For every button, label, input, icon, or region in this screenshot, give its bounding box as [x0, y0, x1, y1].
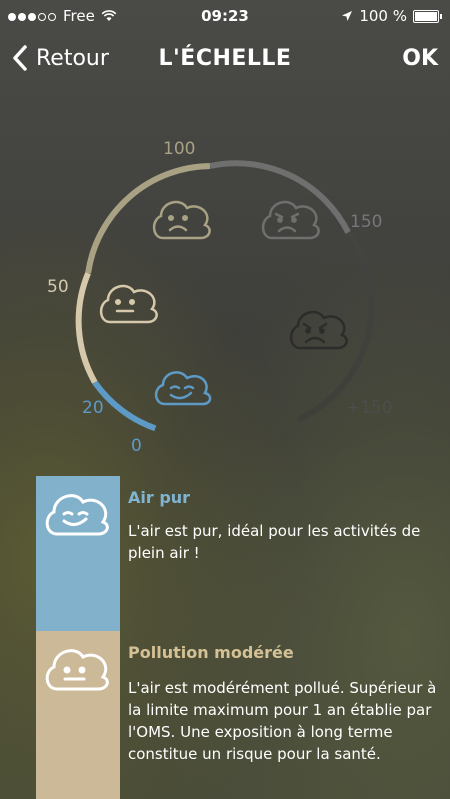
level-title: Pollution modérée	[128, 643, 294, 662]
face-unhappy-icon	[152, 200, 211, 240]
face-angry-icon	[261, 200, 320, 240]
gauge-label-20: 20	[82, 398, 104, 418]
gauge-arc-khaki	[85, 163, 211, 274]
gauge-arc-dark	[297, 230, 375, 423]
gauge-label-0: 0	[131, 436, 142, 456]
level-description: L'air est modérément pollué. Supérieur à…	[128, 679, 437, 763]
gauge-arc-sand	[75, 271, 98, 384]
scale-levels-list: Air pur L'air est pur, idéal pour les ac…	[36, 476, 450, 799]
face-neutral-icon	[99, 284, 158, 324]
level-description: L'air est pur, idéal pour les activités …	[128, 522, 421, 562]
gauge-label-150: 150	[350, 212, 382, 232]
level-title: Air pur	[128, 488, 191, 507]
gauge-label-50: 50	[47, 277, 69, 297]
face-neutral-icon	[45, 649, 109, 691]
gauge-label-100: 100	[163, 139, 195, 159]
level-card-pollution-moderee[interactable]: Pollution modérée L'air est modérément p…	[36, 631, 450, 799]
gauge-arc-blue	[92, 380, 157, 432]
level-card-air-pur[interactable]: Air pur L'air est pur, idéal pour les ac…	[36, 476, 450, 631]
face-very-angry-icon	[289, 310, 348, 350]
face-happy-icon	[154, 371, 212, 406]
face-happy-icon	[45, 494, 109, 536]
gauge-label-plus150: +150	[346, 398, 393, 418]
pollution-scale-gauge: 0 20 50 100 150 +150	[47, 139, 393, 456]
